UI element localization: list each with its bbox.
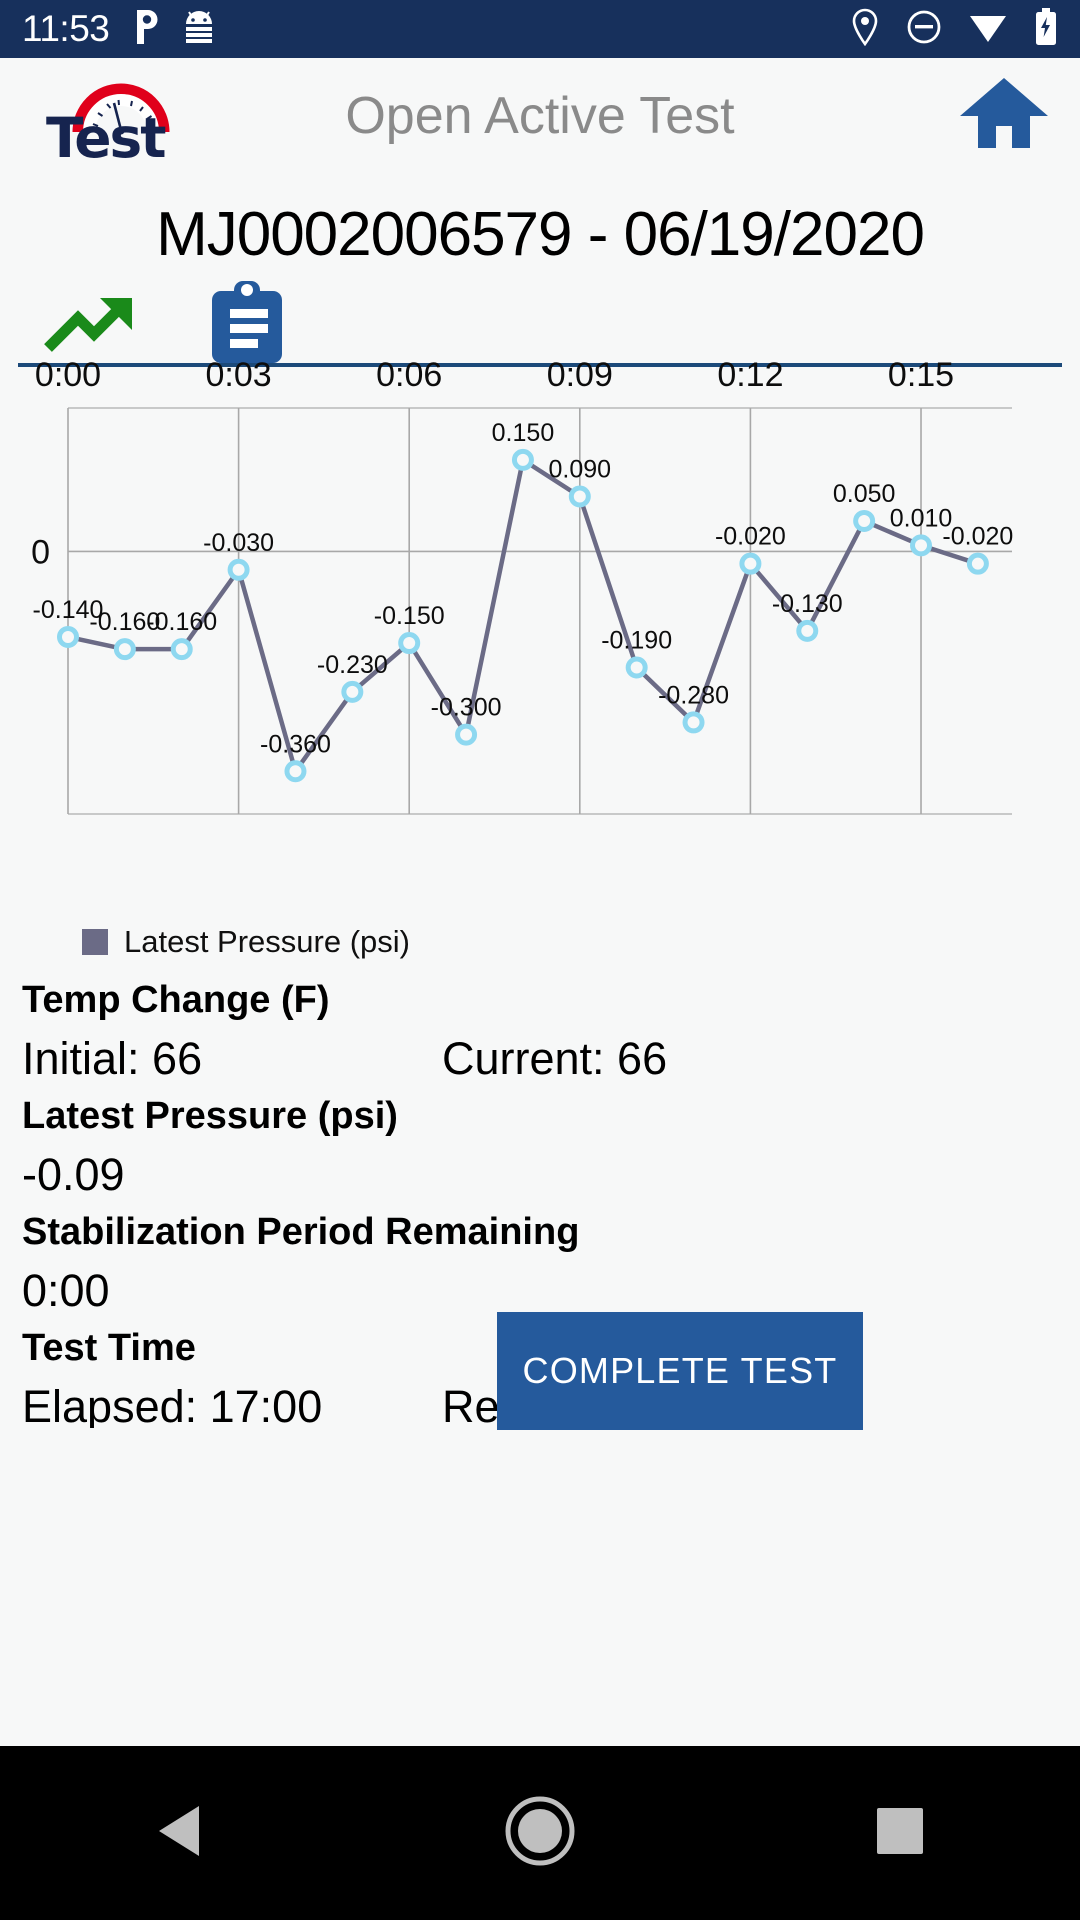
svg-text:0:00: 0:00 [35,362,101,394]
status-bar: 11:53 [0,0,1080,58]
do-not-disturb-icon [906,9,942,50]
app-logo[interactable]: Test [30,66,180,170]
nav-back-button[interactable] [100,1773,260,1893]
temp-current-value: Current: 66 [442,1032,668,1084]
home-circle-icon [505,1796,575,1871]
svg-text:-0.130: -0.130 [772,590,843,618]
svg-text:-0.020: -0.020 [715,523,786,551]
svg-text:0.150: 0.150 [492,419,555,447]
wifi-icon [968,10,1008,49]
location-pin-icon [850,8,880,51]
svg-text:0:15: 0:15 [888,362,954,394]
svg-text:0:09: 0:09 [547,362,613,394]
complete-test-button[interactable]: COMPLETE TEST [497,1312,863,1430]
status-bar-notification-icons [133,8,217,51]
temp-change-heading: Temp Change (F) [22,979,330,1021]
svg-text:-0.230: -0.230 [317,651,388,679]
trending-up-icon[interactable] [42,292,142,359]
nav-home-button[interactable] [460,1773,620,1893]
back-triangle-icon [153,1802,207,1865]
svg-text:0:06: 0:06 [376,362,442,394]
chart-canvas: 0:00 0:03 0:06 0:09 0:12 0:15 0 -0.140-0.160-… [18,362,1062,815]
legend-label: Latest Pressure (psi) [124,924,410,959]
battery-charging-icon [1034,7,1058,51]
temp-change-values: Initial: 66 Current: 66 [22,1028,1058,1090]
svg-text:-0.300: -0.300 [431,694,502,722]
latest-pressure-value: -0.09 [22,1149,125,1200]
svg-text:-0.360: -0.360 [260,730,331,758]
svg-text:0.090: 0.090 [549,456,612,484]
svg-text:-0.150: -0.150 [374,602,445,630]
app-header: Test Open Active Test [0,58,1080,173]
svg-text:0.050: 0.050 [833,480,896,508]
view-toolbar [0,270,1080,363]
chart-y-axis-labels: 0 [31,533,50,571]
home-icon [958,78,1050,154]
test-id-heading: MJ0002006579 - 06/19/2020 [156,200,925,269]
recents-square-icon [873,1804,927,1863]
chart-legend: Latest Pressure (psi) [0,924,1080,960]
android-nav-bar [0,1746,1080,1920]
svg-text:-0.030: -0.030 [203,529,274,557]
status-bar-system-icons [850,7,1058,51]
svg-text:-0.020: -0.020 [942,523,1013,551]
temp-initial-value: Initial: 66 [22,1032,203,1084]
logo-wordmark: Test [46,105,167,170]
svg-text:-0.160: -0.160 [146,608,217,636]
latest-pressure-heading: Latest Pressure (psi) [22,1095,398,1138]
parking-p-icon [133,8,163,51]
svg-text:0:12: 0:12 [717,362,783,394]
legend-color-swatch [82,929,108,955]
nav-recents-button[interactable] [820,1773,980,1893]
svg-text:0: 0 [31,533,50,571]
home-button[interactable] [958,76,1050,155]
elapsed-value: Elapsed: 17:00 [22,1381,323,1429]
android-robot-icon [181,8,217,51]
svg-text:-0.190: -0.190 [601,626,672,654]
clipboard-list-icon[interactable] [210,280,284,370]
status-bar-clock: 11:53 [22,8,110,49]
svg-text:0:03: 0:03 [206,362,272,394]
stabilization-heading: Stabilization Period Remaining [22,1211,580,1254]
svg-text:-0.280: -0.280 [658,681,729,709]
pressure-chart[interactable]: 0:00 0:03 0:06 0:09 0:12 0:15 0 -0.140 -0.160-… [0,362,1080,922]
